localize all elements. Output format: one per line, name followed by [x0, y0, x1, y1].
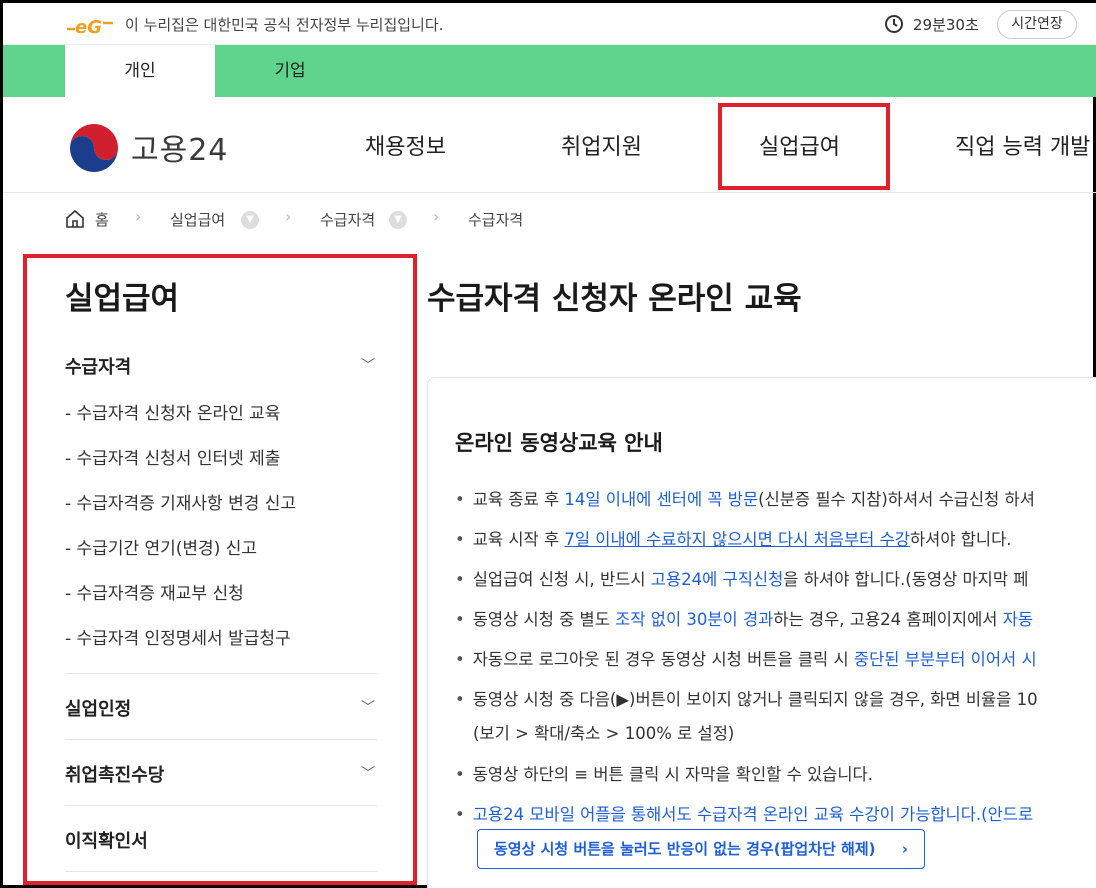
list-item: • 실업급여 신청 시, 반드시 고용24에 구직신청을 하셔야 합니다.(동영상…	[455, 570, 1029, 589]
popup-unblock-label: 동영상 시청 버튼을 눌러도 반응이 없는 경우(팝업차단 해제)	[494, 840, 876, 858]
chevron-right-icon: ›	[901, 840, 908, 858]
site-logo-text[interactable]: 고용24	[131, 125, 228, 169]
breadcrumb-level2[interactable]: 수급자격	[320, 209, 375, 230]
site-header: 고용24 채용정보 취업지원 실업급여 직업 능력 개발	[3, 97, 1096, 193]
card-title: 온라인 동영상교육 안내	[455, 431, 663, 455]
egov-logo-icon: eG	[67, 17, 113, 37]
gov-notice-text: 이 누리집은 대한민국 공식 전자정부 누리집입니다.	[125, 16, 444, 34]
list-item: • 동영상 시청 중 다음(▶)버튼이 보이지 않거나 클릭되지 않을 경우, 화…	[455, 690, 1038, 709]
nav-highlight-box	[718, 103, 890, 190]
list-item: • 교육 시작 후 7일 이내에 수료하지 않으시면 다시 처음부터 수강하셔야 …	[455, 530, 1012, 549]
popup-unblock-button[interactable]: 동영상 시청 버튼을 눌러도 반응이 없는 경우(팝업차단 해제) ›	[477, 829, 925, 869]
clock-icon	[885, 15, 903, 33]
nav-skill-development[interactable]: 직업 능력 개발	[955, 129, 1090, 161]
taegeuk-logo-icon[interactable]	[65, 119, 123, 177]
gov-notice-bar: eG 이 누리집은 대한민국 공식 전자정부 누리집입니다. 29분30초 시간…	[3, 3, 1096, 45]
user-type-tabbar: 개인 기업	[3, 45, 1096, 97]
nav-employment-support[interactable]: 취업지원	[561, 129, 642, 161]
breadcrumb-separator: ›	[135, 207, 142, 226]
session-timer: 29분30초	[913, 16, 979, 34]
list-item: • 동영상 하단의 ≡ 버튼 클릭 시 자막을 확인할 수 있습니다.	[455, 765, 873, 784]
list-item: • 동영상 시청 중 별도 조작 없이 30분이 경과하는 경우, 고용24 홈페…	[455, 610, 1034, 629]
breadcrumb-current: 수급자격	[468, 211, 524, 229]
page-title: 수급자격 신청자 온라인 교육	[427, 281, 802, 317]
chevron-down-icon[interactable]: ▼	[241, 211, 259, 229]
breadcrumb-separator: ›	[285, 207, 292, 226]
chevron-down-icon[interactable]: ▼	[389, 211, 407, 229]
breadcrumb-separator: ›	[433, 207, 440, 226]
sidebar-highlight-box	[23, 254, 417, 885]
tab-business[interactable]: 기업	[215, 45, 365, 97]
list-item: • 자동으로 로그아웃 된 경우 동영상 시청 버튼을 클릭 시 중단된 부분부터…	[455, 650, 1037, 669]
home-icon[interactable]	[65, 209, 85, 229]
tab-personal[interactable]: 개인	[65, 45, 215, 97]
breadcrumb-home[interactable]: 홈	[95, 209, 109, 230]
list-item: • 고용24 모바일 어플을 통해서도 수급자격 온라인 교육 수강이 가능합니다…	[455, 805, 1034, 824]
extend-session-button[interactable]: 시간연장	[997, 10, 1077, 39]
nav-job-info[interactable]: 채용정보	[365, 129, 446, 161]
breadcrumb-level1[interactable]: 실업급여	[170, 209, 225, 230]
list-item: • 교육 종료 후 14일 이내에 센터에 꼭 방문(신분증 필수 지참)하셔서 …	[455, 490, 1035, 509]
list-item-continuation: (보기 > 확대/축소 > 100% 로 설정)	[473, 724, 735, 743]
svg-text:eG: eG	[75, 17, 102, 37]
